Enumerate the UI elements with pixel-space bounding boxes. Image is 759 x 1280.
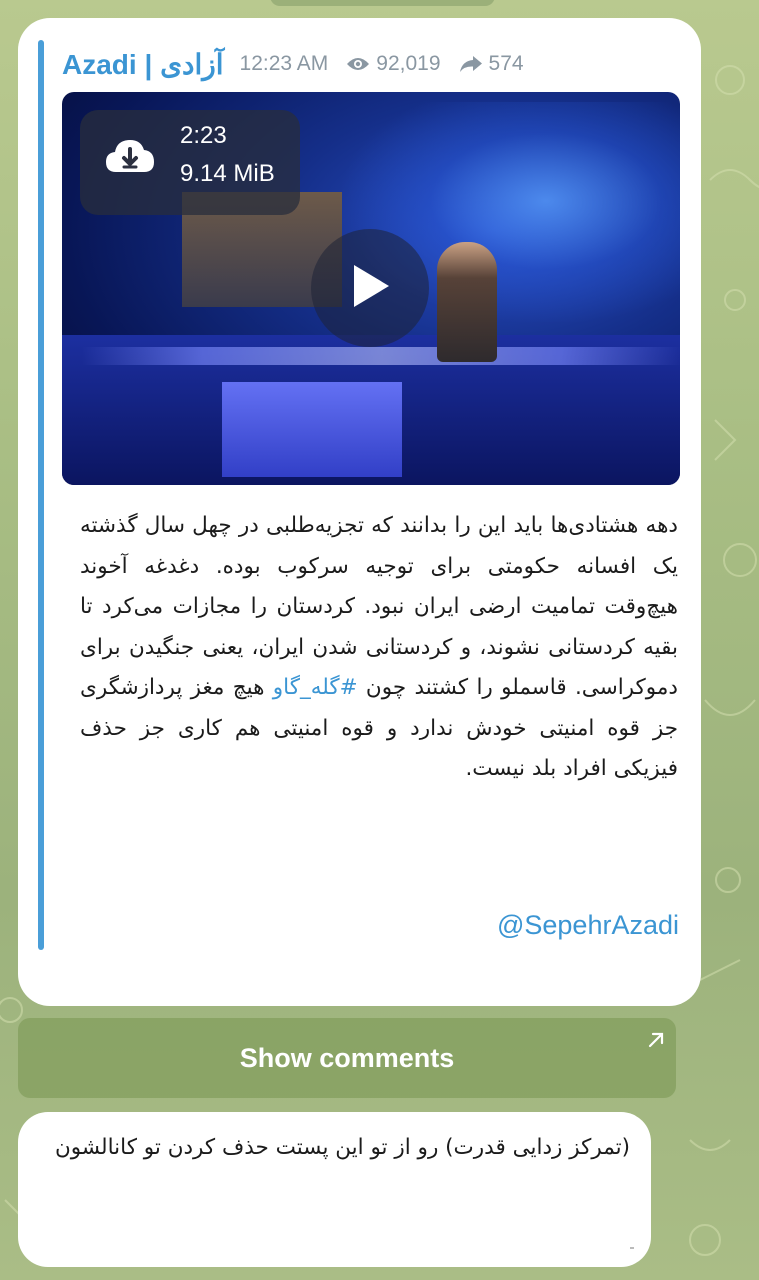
play-icon	[348, 262, 392, 315]
eye-icon	[346, 55, 370, 73]
views-value: 92,019	[376, 52, 441, 75]
share-count: 574	[459, 52, 524, 76]
show-comments-button[interactable]: Show comments	[18, 1018, 676, 1098]
post-time: 12:23 AM	[239, 52, 329, 75]
video-studio-light	[82, 347, 680, 365]
reply-meta-mark	[630, 1247, 634, 1249]
download-icon[interactable]	[104, 130, 156, 182]
channel-signature-link[interactable]: @SepehrAzadi	[497, 910, 679, 941]
show-comments-label: Show comments	[239, 1042, 455, 1073]
video-file-size: 9.14 MiB	[180, 160, 275, 187]
channel-name[interactable]: Azadi | آزادی	[62, 48, 224, 81]
post-text: دهه هشتادی‌ها باید این را بدانند که تجزی…	[80, 506, 678, 790]
reply-text: (تمرکز زدایی قدرت) رو از تو این پستت حذف…	[54, 1135, 630, 1160]
view-count: 92,019	[346, 52, 441, 76]
shares-value: 574	[488, 52, 524, 75]
post-text-part1: دهه هشتادی‌ها باید این را بدانند که تجزی…	[80, 513, 678, 700]
play-button[interactable]	[311, 229, 429, 347]
share-icon	[459, 55, 483, 73]
post-header: Azadi | آزادی 12:23 AM 92,019 574	[62, 44, 689, 84]
hashtag-link[interactable]: #گله_گاو	[273, 675, 358, 700]
previous-message-edge	[270, 0, 495, 6]
video-presenter	[437, 242, 497, 362]
forward-quote-bar	[38, 40, 44, 950]
video-duration: 2:23	[180, 122, 227, 149]
open-comments-icon	[646, 1026, 666, 1057]
video-studio-desk	[222, 382, 402, 477]
